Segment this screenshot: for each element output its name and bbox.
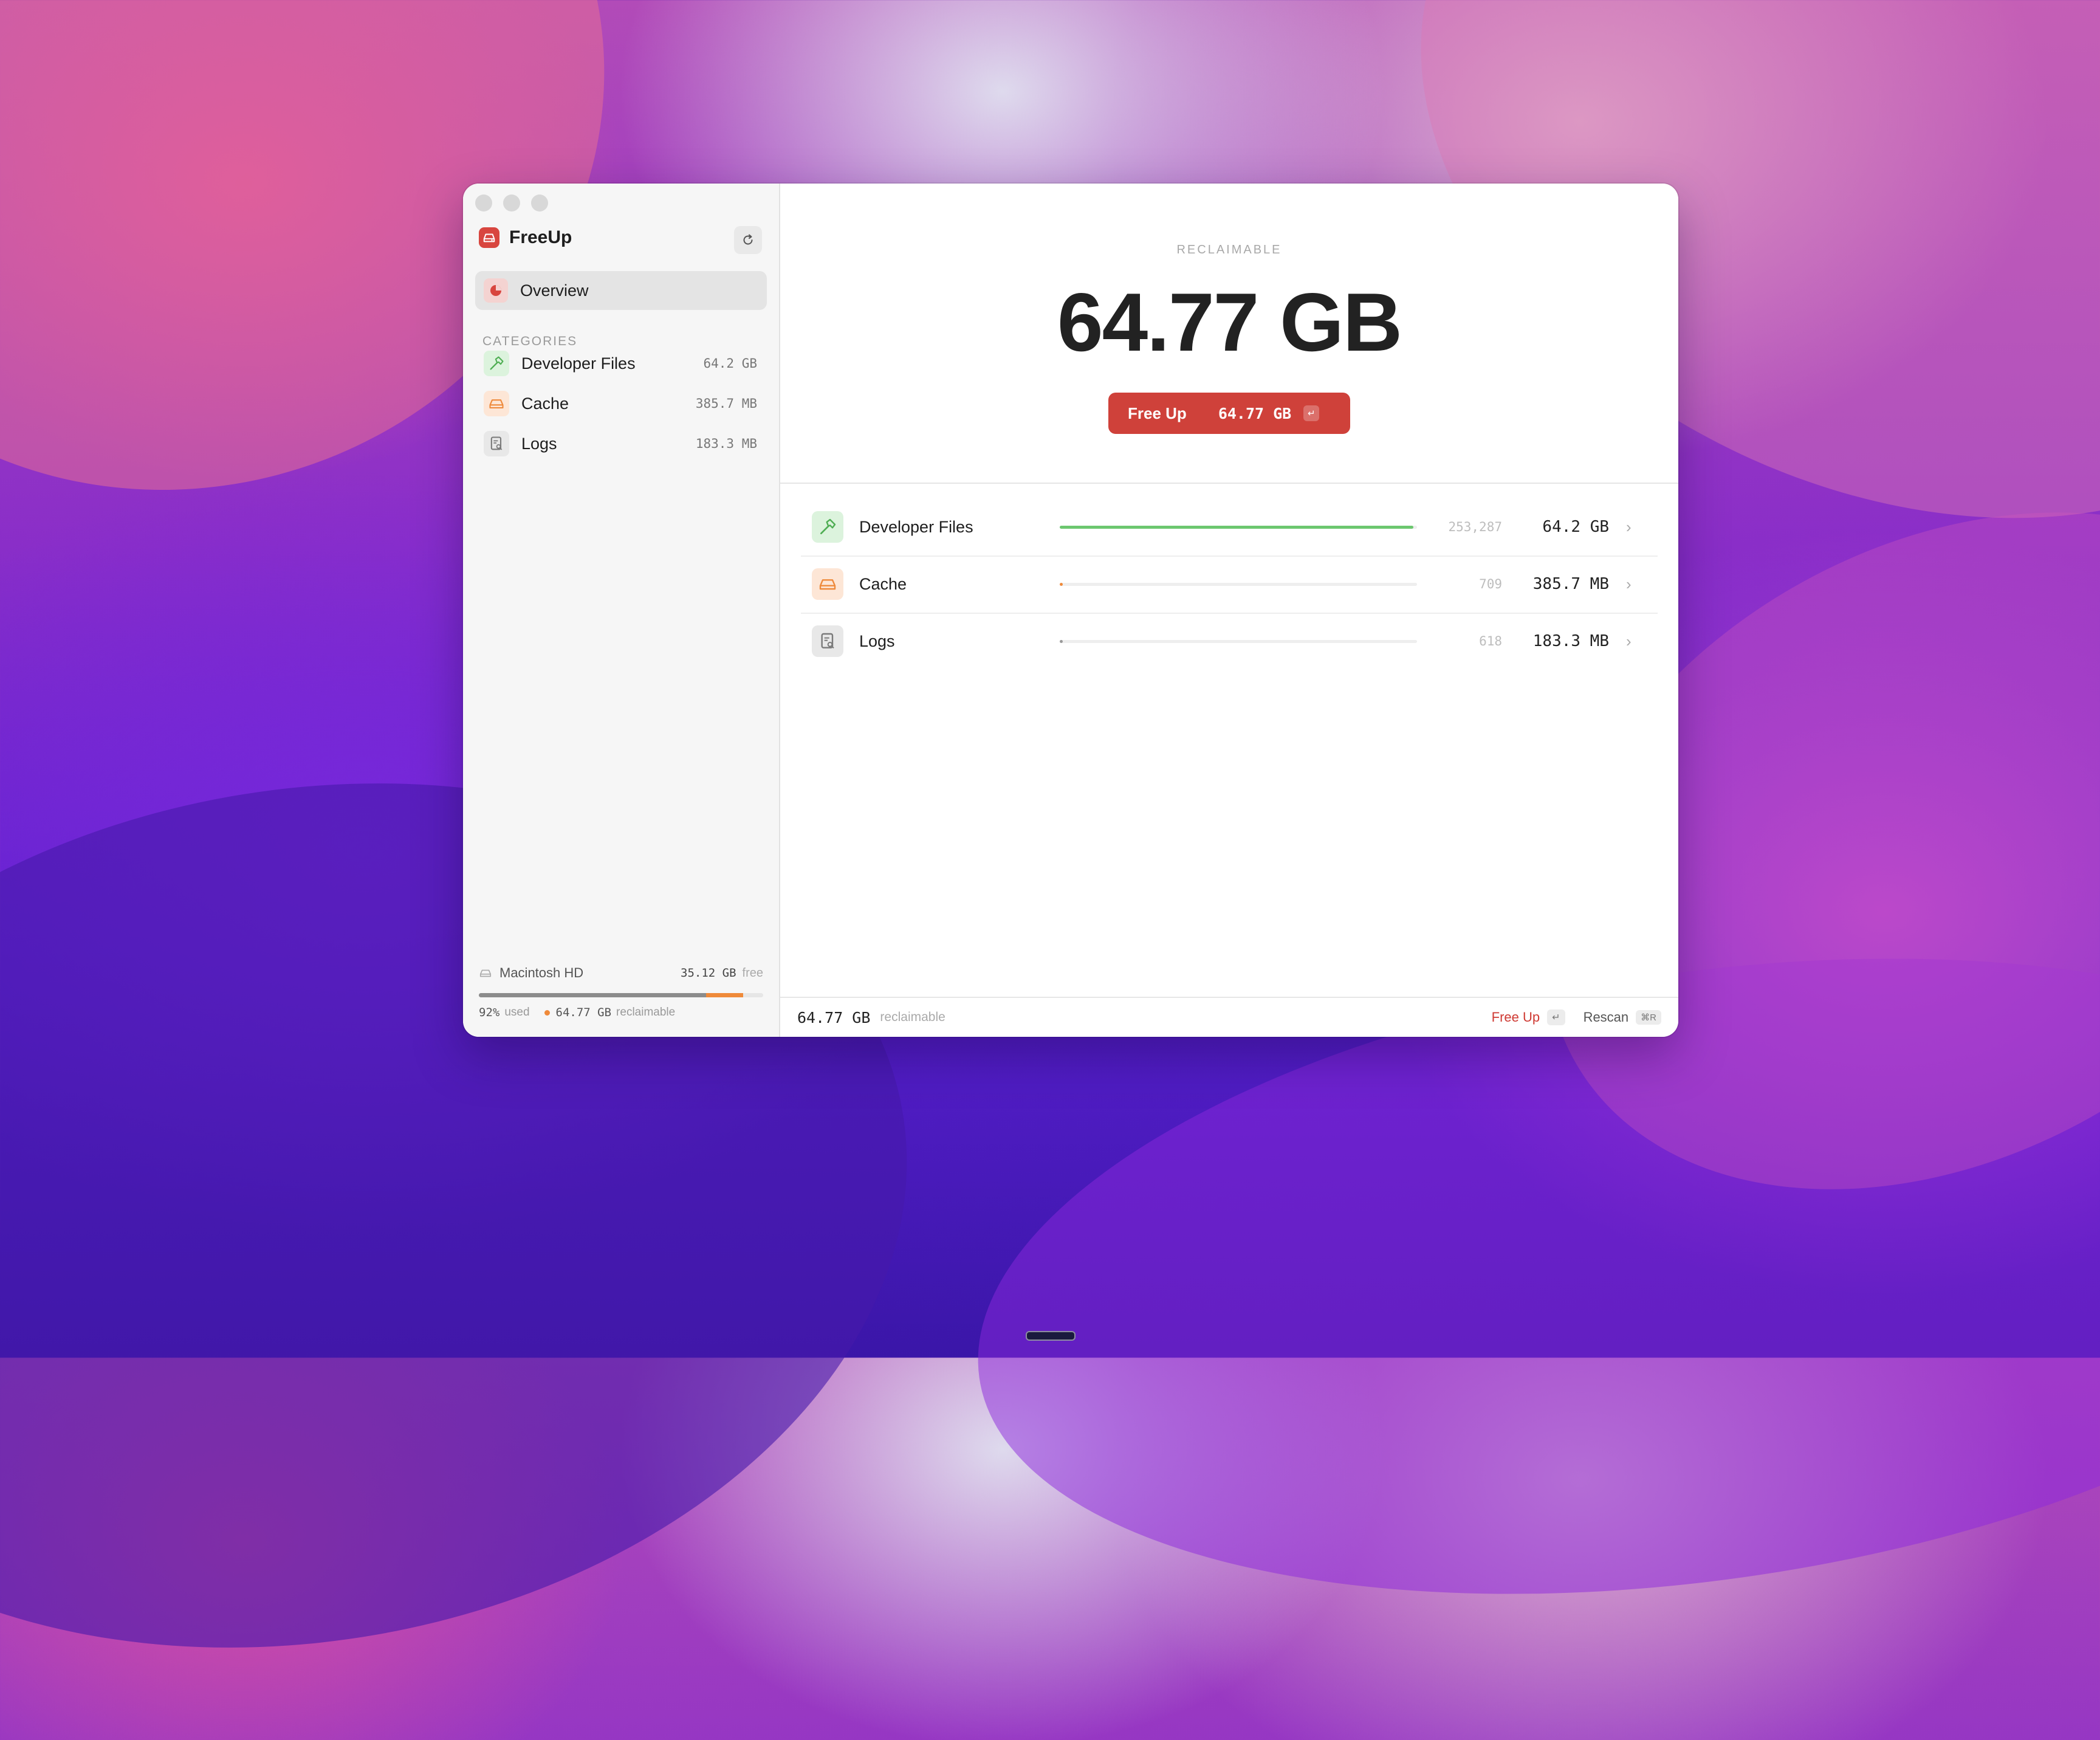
category-size: 183.3 MB	[1532, 632, 1609, 650]
divider	[780, 483, 1678, 484]
status-rescan-button[interactable]: Rescan	[1584, 1009, 1629, 1025]
disk-used-fill	[479, 993, 707, 997]
app-brand: FreeUp	[479, 227, 572, 248]
category-row-label: Logs	[859, 631, 895, 650]
disk-used-percent: 92%	[479, 1006, 500, 1019]
app-window: FreeUp Overview CATEGORIES Developer Fil…	[463, 184, 1678, 1037]
sidebar-item-label: Overview	[520, 281, 589, 300]
chevron-right-icon: ›	[1626, 517, 1632, 536]
category-row-label: Developer Files	[859, 517, 973, 536]
sidebar-item-cache[interactable]: Cache 385.7 MB	[475, 385, 767, 422]
minimize-window-button[interactable]	[503, 194, 520, 211]
free-up-button-label: Free Up	[1128, 404, 1187, 422]
chevron-right-icon: ›	[1626, 574, 1632, 593]
disk-used-label: used	[504, 1006, 530, 1019]
document-icon	[484, 431, 509, 456]
status-free-up-button[interactable]: Free Up	[1492, 1009, 1540, 1025]
hammer-icon	[812, 511, 843, 543]
sidebar-item-developer-files[interactable]: Developer Files 64.2 GB	[475, 345, 767, 382]
disk-icon	[479, 969, 492, 977]
category-row-cache[interactable]: Cache 709 385.7 MB ›	[801, 555, 1658, 614]
disk-usage-bar	[479, 993, 763, 997]
sidebar-item-size: 183.3 MB	[695, 436, 757, 451]
category-size-bar-fill	[1060, 639, 1063, 643]
free-up-button[interactable]: Free Up 64.77 GB ↵	[1108, 393, 1350, 434]
close-window-button[interactable]	[475, 194, 492, 211]
category-file-count: 709	[1479, 577, 1502, 591]
app-logo-icon	[479, 227, 499, 248]
total-reclaimable-size: 64.77 GB	[1057, 276, 1402, 368]
status-bar: 64.77 GB reclaimable Free Up ↵ Rescan ⌘R	[780, 997, 1678, 1037]
drive-icon	[812, 568, 843, 600]
sidebar-item-logs[interactable]: Logs 183.3 MB	[475, 425, 767, 462]
return-key-icon: ↵	[1303, 405, 1320, 421]
category-row-developer-files[interactable]: Developer Files 253,287 64.2 GB ›	[801, 498, 1658, 557]
sidebar-item-size: 64.2 GB	[703, 356, 757, 371]
pie-chart-icon	[484, 278, 508, 303]
disk-reclaimable-value: 64.77 GB	[555, 1006, 612, 1019]
window-controls	[475, 194, 548, 211]
category-row-logs[interactable]: Logs 618 183.3 MB ›	[801, 613, 1658, 670]
category-file-count: 253,287	[1448, 520, 1502, 534]
app-name: FreeUp	[509, 227, 572, 247]
drive-icon	[484, 391, 509, 416]
sidebar-item-label: Developer Files	[521, 354, 636, 373]
status-total-label: reclaimable	[880, 1010, 945, 1024]
hammer-icon	[484, 351, 509, 376]
sidebar-item-overview[interactable]: Overview	[475, 271, 767, 310]
status-total-size: 64.77 GB	[797, 1008, 871, 1026]
disk-name: Macintosh HD	[499, 965, 584, 980]
category-size-bar-fill	[1060, 582, 1063, 586]
rescan-shortcut-key: ⌘R	[1636, 1010, 1661, 1025]
chevron-right-icon: ›	[1626, 631, 1632, 650]
reclaimable-heading: RECLAIMABLE	[1176, 243, 1282, 256]
sidebar: FreeUp Overview CATEGORIES Developer Fil…	[463, 184, 780, 1037]
document-icon	[812, 625, 843, 657]
return-key-icon: ↵	[1547, 1009, 1565, 1025]
zoom-window-button[interactable]	[531, 194, 548, 211]
category-size-bar	[1060, 525, 1417, 529]
category-size: 64.2 GB	[1542, 518, 1609, 536]
screen-indicator	[1026, 1331, 1076, 1341]
disk-reclaimable-fill	[706, 993, 744, 997]
sidebar-item-label: Cache	[521, 394, 569, 413]
category-size-bar	[1060, 639, 1417, 643]
refresh-icon	[743, 234, 753, 245]
category-row-label: Cache	[859, 574, 907, 593]
disk-usage: Macintosh HD 35.12 GB free 92% used 64.7…	[479, 965, 763, 1019]
disk-reclaimable-label: reclaimable	[616, 1006, 676, 1019]
free-up-button-value: 64.77 GB	[1218, 404, 1292, 422]
refresh-button[interactable]	[734, 226, 762, 254]
sidebar-item-label: Logs	[521, 434, 557, 453]
disk-free-value: 35.12 GB	[681, 966, 736, 980]
disk-free-label: free	[742, 966, 763, 980]
category-size-bar-fill	[1060, 525, 1414, 529]
main-panel: RECLAIMABLE 64.77 GB Free Up 64.77 GB ↵ …	[780, 184, 1678, 1037]
category-size: 385.7 MB	[1532, 575, 1609, 593]
sidebar-item-size: 385.7 MB	[695, 396, 757, 411]
reclaimable-dot	[544, 1009, 550, 1016]
category-size-bar	[1060, 582, 1417, 586]
category-file-count: 618	[1479, 634, 1502, 648]
